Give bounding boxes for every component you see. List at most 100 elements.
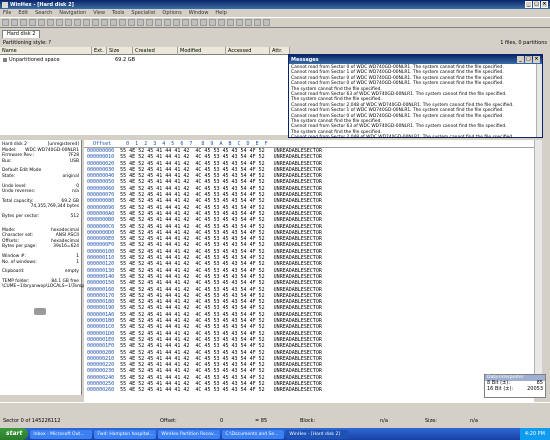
hex-ascii[interactable]: UNREADABLESECTOR xyxy=(274,261,322,267)
start-button[interactable]: start xyxy=(0,428,29,440)
hex-bytes[interactable]: 55 4E 52 45 41 44 41 42 4C 45 53 45 43 5… xyxy=(120,167,265,173)
toolbar-button-icon[interactable] xyxy=(155,19,162,26)
toolbar-button-icon[interactable] xyxy=(101,19,108,26)
toolbar-button-icon[interactable] xyxy=(191,19,198,26)
hex-ascii[interactable]: UNREADABLESECTOR xyxy=(274,224,322,230)
hex-bytes[interactable]: 55 4E 52 45 41 44 41 42 4C 45 53 45 43 5… xyxy=(120,305,265,311)
messages-close-button[interactable]: × xyxy=(533,56,540,63)
toolbar-button-icon[interactable] xyxy=(182,19,189,26)
hex-bytes[interactable]: 55 4E 52 45 41 44 41 42 4C 45 53 45 43 5… xyxy=(120,154,265,160)
messages-maximize-button[interactable]: □ xyxy=(525,56,532,63)
menu-specialist[interactable]: Specialist xyxy=(131,10,155,16)
hex-ascii[interactable]: UNREADABLESECTOR xyxy=(274,305,322,311)
hex-bytes[interactable]: 55 4E 52 45 41 44 41 42 4C 45 53 45 43 5… xyxy=(120,192,265,198)
hex-editor[interactable]: 000000000 55 4E 52 45 41 44 41 42 4C 45 … xyxy=(84,148,534,402)
hex-bytes[interactable]: 55 4E 52 45 41 44 41 42 4C 45 53 45 43 5… xyxy=(120,255,265,261)
hex-ascii[interactable]: UNREADABLESECTOR xyxy=(274,387,322,393)
hex-ascii[interactable]: UNREADABLESECTOR xyxy=(274,343,322,349)
menu-view[interactable]: View xyxy=(93,10,105,16)
toolbar-button-icon[interactable] xyxy=(83,19,90,26)
hex-bytes[interactable]: 55 4E 52 45 41 44 41 42 4C 45 53 45 43 5… xyxy=(120,337,265,343)
hex-bytes[interactable]: 55 4E 52 45 41 44 41 42 4C 45 53 45 43 5… xyxy=(120,242,265,248)
menu-navigation[interactable]: Navigation xyxy=(59,10,86,16)
toolbar-button-icon[interactable] xyxy=(119,19,126,26)
menu-file[interactable]: File xyxy=(3,10,11,16)
hex-bytes[interactable]: 55 4E 52 45 41 44 41 42 4C 45 53 45 43 5… xyxy=(120,268,265,274)
toolbar-button-icon[interactable] xyxy=(47,19,54,26)
hex-bytes[interactable]: 55 4E 52 45 41 44 41 42 4C 45 53 45 43 5… xyxy=(120,318,265,324)
task-fwd-hampton[interactable]: Fwd: Hampton hospital... xyxy=(94,429,157,439)
hex-ascii[interactable]: UNREADABLESECTOR xyxy=(274,324,322,330)
toolbar-button-icon[interactable] xyxy=(164,19,171,26)
toolbar-button-icon[interactable] xyxy=(56,19,63,26)
col-attr[interactable]: Attr. xyxy=(270,47,290,55)
hex-bytes[interactable]: 55 4E 52 45 41 44 41 42 4C 45 53 45 43 5… xyxy=(120,350,265,356)
hex-bytes[interactable]: 55 4E 52 45 41 44 41 42 4C 45 53 45 43 5… xyxy=(120,205,265,211)
hex-bytes[interactable]: 55 4E 52 45 41 44 41 42 4C 45 53 45 43 5… xyxy=(120,387,265,393)
hex-ascii[interactable]: UNREADABLESECTOR xyxy=(274,167,322,173)
toolbar-button-icon[interactable] xyxy=(218,19,225,26)
maximize-button[interactable]: □ xyxy=(533,1,540,8)
col-created[interactable]: Created xyxy=(133,47,178,55)
hex-bytes[interactable]: 55 4E 52 45 41 44 41 42 4C 45 53 45 43 5… xyxy=(120,312,265,318)
hex-ascii[interactable]: UNREADABLESECTOR xyxy=(274,287,322,293)
minimize-button[interactable]: _ xyxy=(525,1,532,8)
hex-bytes[interactable]: 55 4E 52 45 41 44 41 42 4C 45 53 45 43 5… xyxy=(120,230,265,236)
messages-scrollbar[interactable] xyxy=(536,64,542,137)
hex-bytes[interactable]: 55 4E 52 45 41 44 41 42 4C 45 53 45 43 5… xyxy=(120,293,265,299)
toolbar-button-icon[interactable] xyxy=(254,19,261,26)
toolbar-button-icon[interactable] xyxy=(2,19,9,26)
tab-hard-disk-2[interactable]: Hard disk 2 xyxy=(2,30,41,38)
toolbar-button-icon[interactable] xyxy=(74,19,81,26)
hex-ascii[interactable]: UNREADABLESECTOR xyxy=(274,236,322,242)
hex-ascii[interactable]: UNREADABLESECTOR xyxy=(274,192,322,198)
hex-bytes[interactable]: 55 4E 52 45 41 44 41 42 4C 45 53 45 43 5… xyxy=(120,249,265,255)
col-ext[interactable]: Ext. xyxy=(92,47,107,55)
hex-bytes[interactable]: 55 4E 52 45 41 44 41 42 4C 45 53 45 43 5… xyxy=(120,368,265,374)
task-documents[interactable]: C:\Documents and Se... xyxy=(222,429,285,439)
task-winhex-hard-disk[interactable]: WinHex - [Hard disk 2] xyxy=(286,429,349,439)
hex-ascii[interactable]: UNREADABLESECTOR xyxy=(274,249,322,255)
toolbar-button-icon[interactable] xyxy=(200,19,207,26)
hex-bytes[interactable]: 55 4E 52 45 41 44 41 42 4C 45 53 45 43 5… xyxy=(120,375,265,381)
hex-ascii[interactable]: UNREADABLESECTOR xyxy=(274,186,322,192)
toolbar-button-icon[interactable] xyxy=(92,19,99,26)
toolbar-button-icon[interactable] xyxy=(11,19,18,26)
toolbar-button-icon[interactable] xyxy=(236,19,243,26)
hex-bytes[interactable]: 55 4E 52 45 41 44 41 42 4C 45 53 45 43 5… xyxy=(120,236,265,242)
hex-ascii[interactable]: UNREADABLESECTOR xyxy=(274,179,322,185)
hex-ascii[interactable]: UNREADABLESECTOR xyxy=(274,161,322,167)
task-winhex-partition[interactable]: WinHex Partition Recov... xyxy=(158,429,221,439)
toolbar-button-icon[interactable] xyxy=(227,19,234,26)
menu-tools[interactable]: Tools xyxy=(112,10,124,16)
hex-ascii[interactable]: UNREADABLESECTOR xyxy=(274,274,322,280)
hex-bytes[interactable]: 55 4E 52 45 41 44 41 42 4C 45 53 45 43 5… xyxy=(120,331,265,337)
toolbar-button-icon[interactable] xyxy=(110,19,117,26)
task-inbox[interactable]: Inbox - Microsoft Out... xyxy=(30,429,93,439)
toolbar-button-icon[interactable] xyxy=(263,19,270,26)
col-accessed[interactable]: Accessed xyxy=(226,47,270,55)
toolbar-button-icon[interactable] xyxy=(128,19,135,26)
hex-bytes[interactable]: 55 4E 52 45 41 44 41 42 4C 45 53 45 43 5… xyxy=(120,148,265,154)
hex-bytes[interactable]: 55 4E 52 45 41 44 41 42 4C 45 53 45 43 5… xyxy=(120,217,265,223)
hex-scrollbar[interactable] xyxy=(534,140,542,398)
hex-ascii[interactable]: UNREADABLESECTOR xyxy=(274,337,322,343)
hex-bytes[interactable]: 55 4E 52 45 41 44 41 42 4C 45 53 45 43 5… xyxy=(120,343,265,349)
hex-ascii[interactable]: UNREADABLESECTOR xyxy=(274,268,322,274)
toolbar-button-icon[interactable] xyxy=(245,19,252,26)
hex-ascii[interactable]: UNREADABLESECTOR xyxy=(274,255,322,261)
menu-search[interactable]: Search xyxy=(35,10,52,16)
close-button[interactable]: × xyxy=(541,1,548,8)
hex-bytes[interactable]: 55 4E 52 45 41 44 41 42 4C 45 53 45 43 5… xyxy=(120,299,265,305)
toolbar-button-icon[interactable] xyxy=(29,19,36,26)
hex-bytes[interactable]: 55 4E 52 45 41 44 41 42 4C 45 53 45 43 5… xyxy=(120,274,265,280)
hex-bytes[interactable]: 55 4E 52 45 41 44 41 42 4C 45 53 45 43 5… xyxy=(120,362,265,368)
hex-ascii[interactable]: UNREADABLESECTOR xyxy=(274,217,322,223)
hex-ascii[interactable]: UNREADABLESECTOR xyxy=(274,299,322,305)
col-size[interactable]: Size xyxy=(107,47,133,55)
hex-bytes[interactable]: 55 4E 52 45 41 44 41 42 4C 45 53 45 43 5… xyxy=(120,356,265,362)
hex-bytes[interactable]: 55 4E 52 45 41 44 41 42 4C 45 53 45 43 5… xyxy=(120,211,265,217)
hex-ascii[interactable]: UNREADABLESECTOR xyxy=(274,375,322,381)
hex-bytes[interactable]: 55 4E 52 45 41 44 41 42 4C 45 53 45 43 5… xyxy=(120,198,265,204)
toolbar-button-icon[interactable] xyxy=(38,19,45,26)
